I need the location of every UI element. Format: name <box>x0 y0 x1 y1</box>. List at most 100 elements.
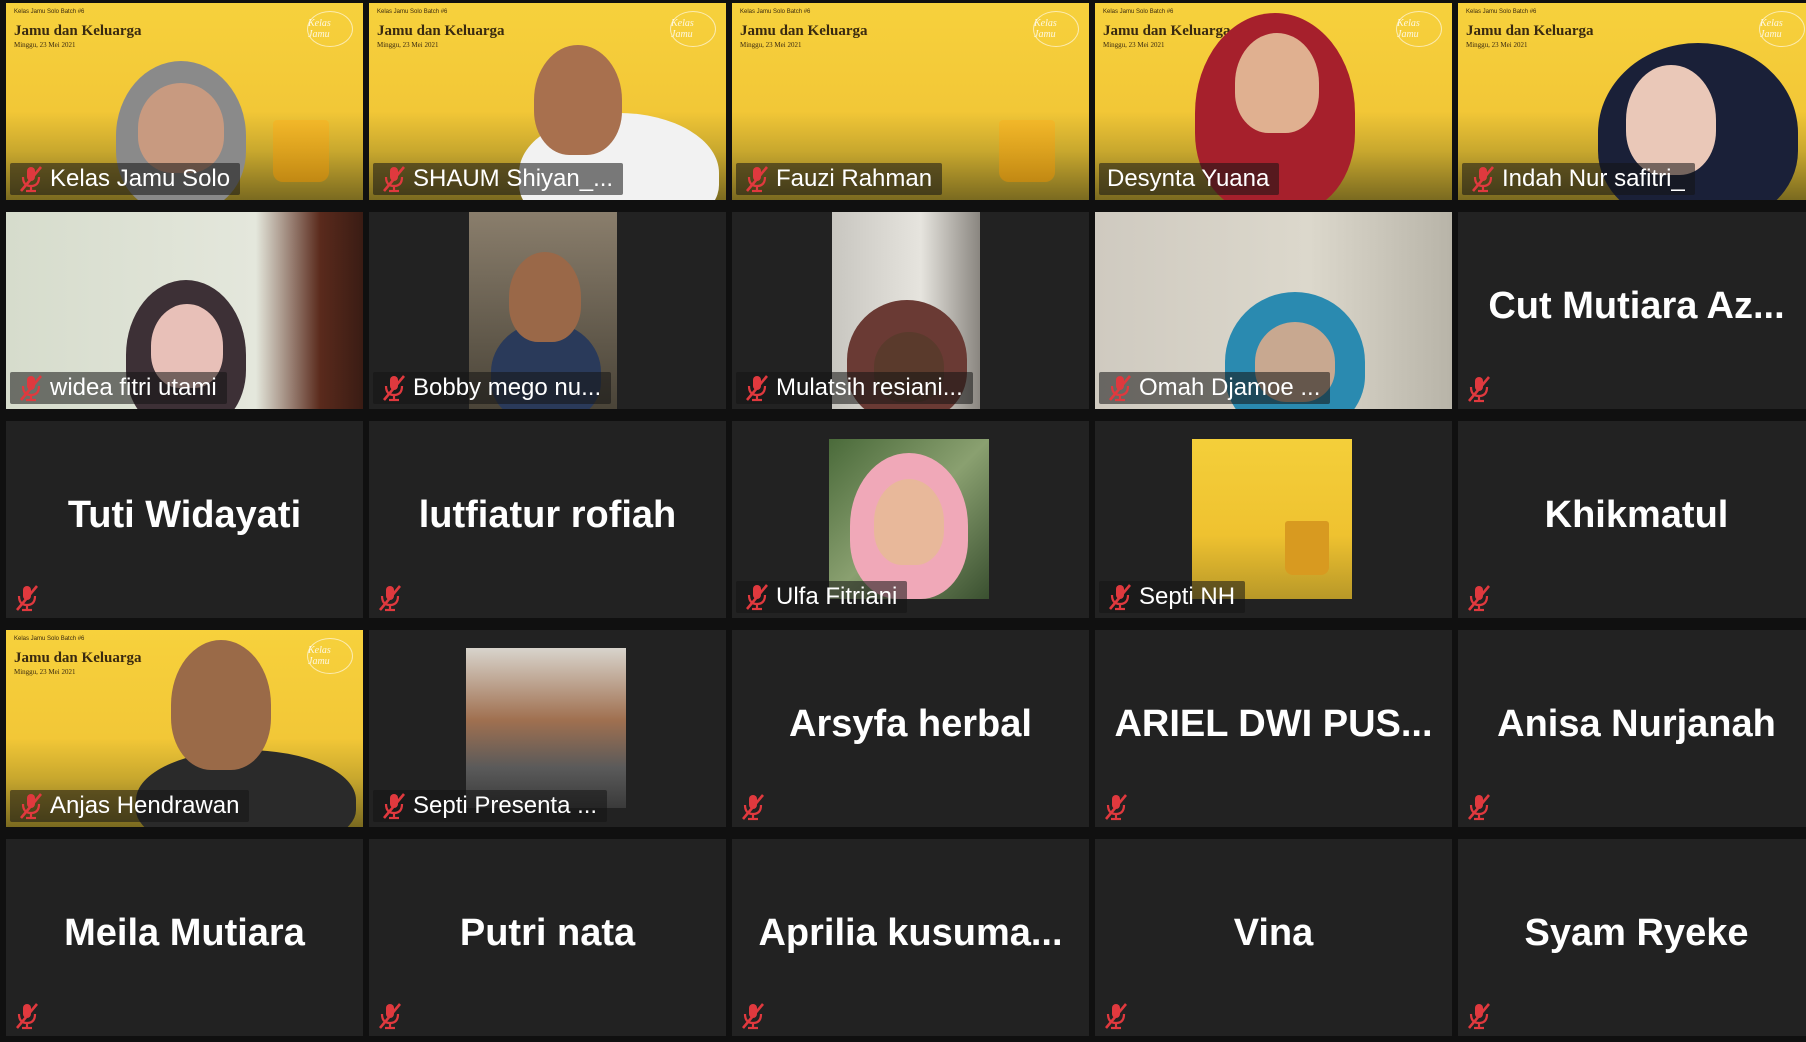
avatar-face <box>874 479 944 565</box>
participant-name-display: Syam Ryeke <box>1524 911 1749 954</box>
participant-tile[interactable]: Ulfa Fitriani <box>732 421 1089 618</box>
name-label: Septi Presenta ... <box>373 790 608 822</box>
slide-subtitle: Minggu, 23 Mei 2021 <box>377 41 439 49</box>
slide-header: Kelas Jamu Solo Batch #6 <box>1466 9 1537 15</box>
slide-logo: Kelas Jamu <box>1759 11 1805 47</box>
slide-subtitle: Minggu, 23 Mei 2021 <box>14 668 76 676</box>
name-label: Anjas Hendrawan <box>10 790 250 822</box>
jamu-glass-image <box>273 120 329 182</box>
participant-tile[interactable]: Arsyfa herbal <box>732 630 1089 827</box>
mic-muted-icon <box>1466 1002 1492 1030</box>
participant-name: Septi Presenta ... <box>413 792 598 819</box>
participant-tile[interactable]: ARIEL DWI PUS... <box>1095 630 1452 827</box>
participant-name: Anjas Hendrawan <box>50 792 240 819</box>
name-label: Mulatsih resiani... <box>736 372 973 404</box>
participant-tile[interactable]: Meila Mutiara <box>6 839 363 1036</box>
slide-subtitle: Minggu, 23 Mei 2021 <box>740 41 802 49</box>
name-label: SHAUM Shiyan_... <box>373 163 624 195</box>
name-label: Fauzi Rahman <box>736 163 943 195</box>
name-label: Kelas Jamu Solo <box>10 163 241 195</box>
participant-tile[interactable]: Kelas Jamu Solo Batch #6 Jamu dan Keluar… <box>6 3 363 200</box>
participant-name: SHAUM Shiyan_... <box>413 165 614 192</box>
participant-name: Omah Djamoe ... <box>1139 374 1321 401</box>
mic-muted-icon <box>377 1002 403 1030</box>
participant-name-display: Putri nata <box>459 911 636 954</box>
slide-logo: Kelas Jamu <box>1396 11 1442 47</box>
participant-name-display: lutfiatur rofiah <box>418 493 677 536</box>
name-label: Indah Nur safitri_ <box>1462 163 1695 195</box>
participant-tile[interactable]: Anisa Nurjanah <box>1458 630 1806 827</box>
name-label: Omah Djamoe ... <box>1099 372 1331 404</box>
participant-tile[interactable]: Omah Djamoe ... <box>1095 212 1452 409</box>
participant-tile[interactable]: Cut Mutiara Az... <box>1458 212 1806 409</box>
participant-tile[interactable]: Tuti Widayati <box>6 421 363 618</box>
slide-title: Jamu dan Keluarga <box>377 23 505 39</box>
participant-tile[interactable]: Septi NH <box>1095 421 1452 618</box>
participant-name: Desynta Yuana <box>1107 165 1270 192</box>
participant-name-display: Vina <box>1233 911 1314 954</box>
mic-muted-icon <box>740 793 766 821</box>
participant-tile[interactable]: Kelas Jamu Solo Batch #6 Jamu dan Keluar… <box>6 630 363 827</box>
slide-logo: Kelas Jamu <box>307 11 353 47</box>
slide-subtitle: Minggu, 23 Mei 2021 <box>1466 41 1528 49</box>
mic-muted-icon <box>1103 793 1129 821</box>
slide-header: Kelas Jamu Solo Batch #6 <box>740 9 811 15</box>
slide-title: Jamu dan Keluarga <box>14 650 142 666</box>
mic-muted-icon <box>1103 1002 1129 1030</box>
jamu-glass-image <box>1285 521 1329 575</box>
slide-title: Jamu dan Keluarga <box>740 23 868 39</box>
participant-tile[interactable]: Vina <box>1095 839 1452 1036</box>
participant-name-display: Cut Mutiara Az... <box>1488 284 1785 327</box>
participant-name: widea fitri utami <box>50 374 217 401</box>
participant-tile[interactable]: Bobby mego nu... <box>369 212 726 409</box>
mic-muted-icon <box>744 374 770 402</box>
slide-title: Jamu dan Keluarga <box>14 23 142 39</box>
mic-muted-icon <box>1466 793 1492 821</box>
participant-tile[interactable]: Kelas Jamu Solo Batch #6 Jamu dan Keluar… <box>732 3 1089 200</box>
participant-name: Mulatsih resiani... <box>776 374 963 401</box>
slide-header: Kelas Jamu Solo Batch #6 <box>14 636 85 642</box>
participant-gallery: Kelas Jamu Solo Batch #6 Jamu dan Keluar… <box>0 0 1806 1042</box>
mic-muted-icon <box>377 584 403 612</box>
participant-name: Septi NH <box>1139 583 1236 610</box>
participant-tile[interactable]: Putri nata <box>369 839 726 1036</box>
participant-tile-active-speaker[interactable]: Kelas Jamu Solo Batch #6 Jamu dan Keluar… <box>1095 3 1452 200</box>
participant-tile[interactable]: Kelas Jamu Solo Batch #6 Jamu dan Keluar… <box>369 3 726 200</box>
slide-logo: Kelas Jamu <box>307 638 353 674</box>
participant-name-display: ARIEL DWI PUS... <box>1114 702 1433 745</box>
slide-title: Jamu dan Keluarga <box>1466 23 1594 39</box>
participant-face <box>1235 33 1319 133</box>
mic-muted-icon <box>740 1002 766 1030</box>
slide-logo: Kelas Jamu <box>670 11 716 47</box>
mic-muted-icon <box>381 792 407 820</box>
participant-tile[interactable]: Mulatsih resiani... <box>732 212 1089 409</box>
participant-name: Ulfa Fitriani <box>776 583 898 610</box>
mic-muted-icon <box>14 1002 40 1030</box>
participant-face <box>1626 65 1716 175</box>
mic-muted-icon <box>1107 374 1133 402</box>
mic-muted-icon <box>14 584 40 612</box>
participant-name: Kelas Jamu Solo <box>50 165 231 192</box>
mic-muted-icon <box>18 374 44 402</box>
participant-name-display: Anisa Nurjanah <box>1497 702 1776 745</box>
participant-tile[interactable]: Kelas Jamu Solo Batch #6 Jamu dan Keluar… <box>1458 3 1806 200</box>
participant-tile[interactable]: Syam Ryeke <box>1458 839 1806 1036</box>
participant-tile[interactable]: lutfiatur rofiah <box>369 421 726 618</box>
participant-tile[interactable]: Septi Presenta ... <box>369 630 726 827</box>
participant-face <box>138 83 224 173</box>
name-label: Desynta Yuana <box>1099 163 1280 195</box>
profile-picture <box>1192 439 1352 599</box>
participant-face <box>534 45 622 155</box>
name-label: Ulfa Fitriani <box>736 581 908 613</box>
participant-tile[interactable]: Aprilia kusuma... <box>732 839 1089 1036</box>
mic-muted-icon <box>18 792 44 820</box>
mic-muted-icon <box>744 583 770 611</box>
participant-name: Indah Nur safitri_ <box>1502 165 1685 192</box>
participant-name: Bobby mego nu... <box>413 374 602 401</box>
name-label: widea fitri utami <box>10 372 227 404</box>
mic-muted-icon <box>18 165 44 193</box>
participant-name-display: Arsyfa herbal <box>789 702 1032 745</box>
participant-tile[interactable]: Khikmatul <box>1458 421 1806 618</box>
participant-tile[interactable]: widea fitri utami <box>6 212 363 409</box>
slide-header: Kelas Jamu Solo Batch #6 <box>14 9 85 15</box>
